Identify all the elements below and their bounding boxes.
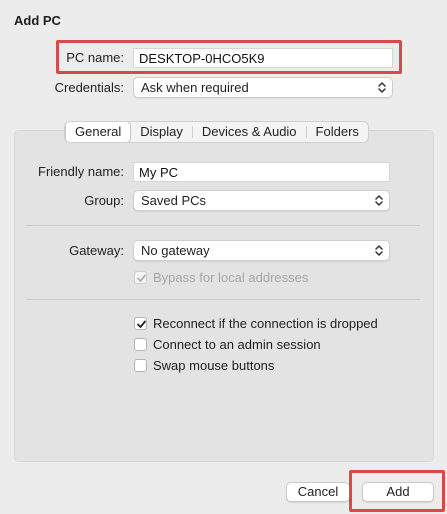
- admin-session-checkbox[interactable]: [134, 338, 147, 351]
- group-label: Group:: [84, 193, 124, 208]
- pc-name-field[interactable]: DESKTOP-0HCO5K9: [133, 48, 393, 68]
- checkmark-icon: [137, 274, 146, 282]
- tab-display[interactable]: Display: [131, 122, 192, 142]
- reconnect-checkbox[interactable]: [134, 317, 147, 330]
- section-divider: [26, 299, 420, 300]
- admin-session-label: Connect to an admin session: [153, 337, 321, 352]
- group-select[interactable]: Saved PCs: [133, 190, 390, 211]
- checkmark-icon: [137, 320, 146, 328]
- group-value: Saved PCs: [141, 193, 207, 208]
- updown-chevron-icon: [375, 245, 383, 256]
- reconnect-label: Reconnect if the connection is dropped: [153, 316, 378, 331]
- tab-general[interactable]: General: [65, 122, 132, 142]
- swap-mouse-checkbox[interactable]: [134, 359, 147, 372]
- section-divider: [26, 225, 420, 226]
- add-button[interactable]: Add: [362, 482, 434, 502]
- updown-chevron-icon: [378, 82, 386, 93]
- bypass-checkbox: [134, 271, 147, 284]
- credentials-label: Credentials:: [54, 80, 124, 95]
- swap-mouse-label: Swap mouse buttons: [153, 358, 275, 373]
- cancel-button[interactable]: Cancel: [286, 482, 350, 502]
- dialog-title: Add PC: [14, 13, 61, 28]
- bypass-label: Bypass for local addresses: [153, 270, 309, 285]
- credentials-select[interactable]: Ask when required: [133, 77, 393, 98]
- updown-chevron-icon: [375, 195, 383, 206]
- tab-devices-audio[interactable]: Devices & Audio: [193, 122, 306, 142]
- tab-folders[interactable]: Folders: [307, 122, 368, 142]
- friendly-name-label: Friendly name:: [38, 164, 124, 179]
- gateway-label: Gateway:: [69, 243, 124, 258]
- credentials-value: Ask when required: [141, 80, 249, 95]
- tab-bar: General Display Devices & Audio Folders: [64, 121, 369, 143]
- pc-name-label: PC name:: [66, 50, 124, 65]
- gateway-select[interactable]: No gateway: [133, 240, 390, 261]
- gateway-value: No gateway: [141, 243, 210, 258]
- friendly-name-field[interactable]: My PC: [133, 162, 390, 182]
